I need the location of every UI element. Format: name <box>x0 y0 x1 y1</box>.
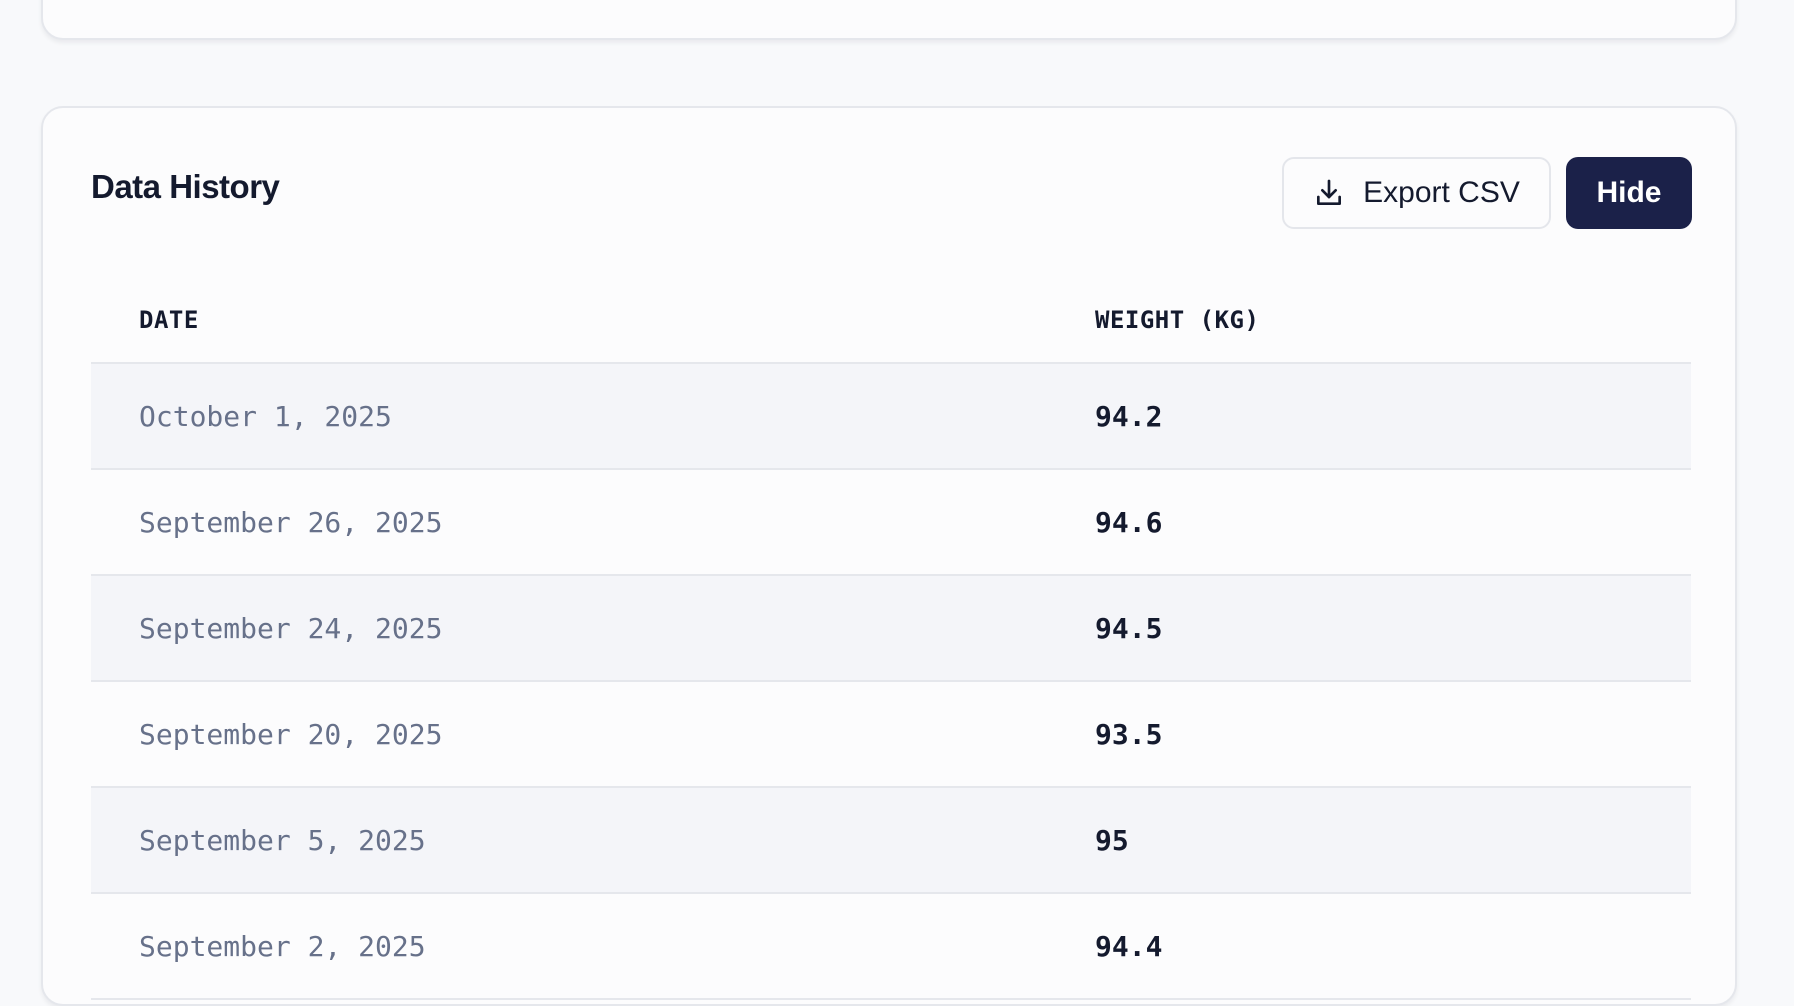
download-icon <box>1313 177 1345 209</box>
date-cell: September 5, 2025 <box>139 824 426 857</box>
date-cell: September 24, 2025 <box>139 612 443 645</box>
table-body: October 1, 2025 94.2 September 26, 2025 … <box>91 364 1691 1000</box>
hide-button[interactable]: Hide <box>1566 157 1692 229</box>
weight-cell: 93.5 <box>1095 718 1163 751</box>
table-row[interactable]: September 5, 2025 95 <box>91 788 1691 894</box>
table-row[interactable]: September 20, 2025 93.5 <box>91 682 1691 788</box>
table-row[interactable]: September 2, 2025 94.4 <box>91 894 1691 1000</box>
column-header-weight[interactable]: WEIGHT (KG) <box>1095 306 1259 334</box>
export-csv-button[interactable]: Export CSV <box>1282 157 1551 229</box>
weight-cell: 94.2 <box>1095 400 1163 433</box>
table-row[interactable]: October 1, 2025 94.2 <box>91 364 1691 470</box>
weight-cell: 94.5 <box>1095 612 1163 645</box>
date-cell: October 1, 2025 <box>139 400 392 433</box>
date-cell: September 26, 2025 <box>139 506 443 539</box>
export-csv-label: Export CSV <box>1363 176 1520 209</box>
weight-cell: 94.4 <box>1095 930 1163 963</box>
card-title: Data History <box>91 168 280 205</box>
weight-cell: 95 <box>1095 824 1129 857</box>
history-table: DATE WEIGHT (KG) October 1, 2025 94.2 Se… <box>91 268 1691 1000</box>
table-row[interactable]: September 26, 2025 94.6 <box>91 470 1691 576</box>
date-cell: September 20, 2025 <box>139 718 443 751</box>
data-history-card: Data History Export CSV Hide DATE WEIGHT… <box>41 106 1737 1006</box>
previous-card <box>41 0 1737 40</box>
column-header-date[interactable]: DATE <box>139 306 199 334</box>
weight-cell: 94.6 <box>1095 506 1163 539</box>
table-row[interactable]: September 24, 2025 94.5 <box>91 576 1691 682</box>
table-header: DATE WEIGHT (KG) <box>91 268 1691 364</box>
date-cell: September 2, 2025 <box>139 930 426 963</box>
